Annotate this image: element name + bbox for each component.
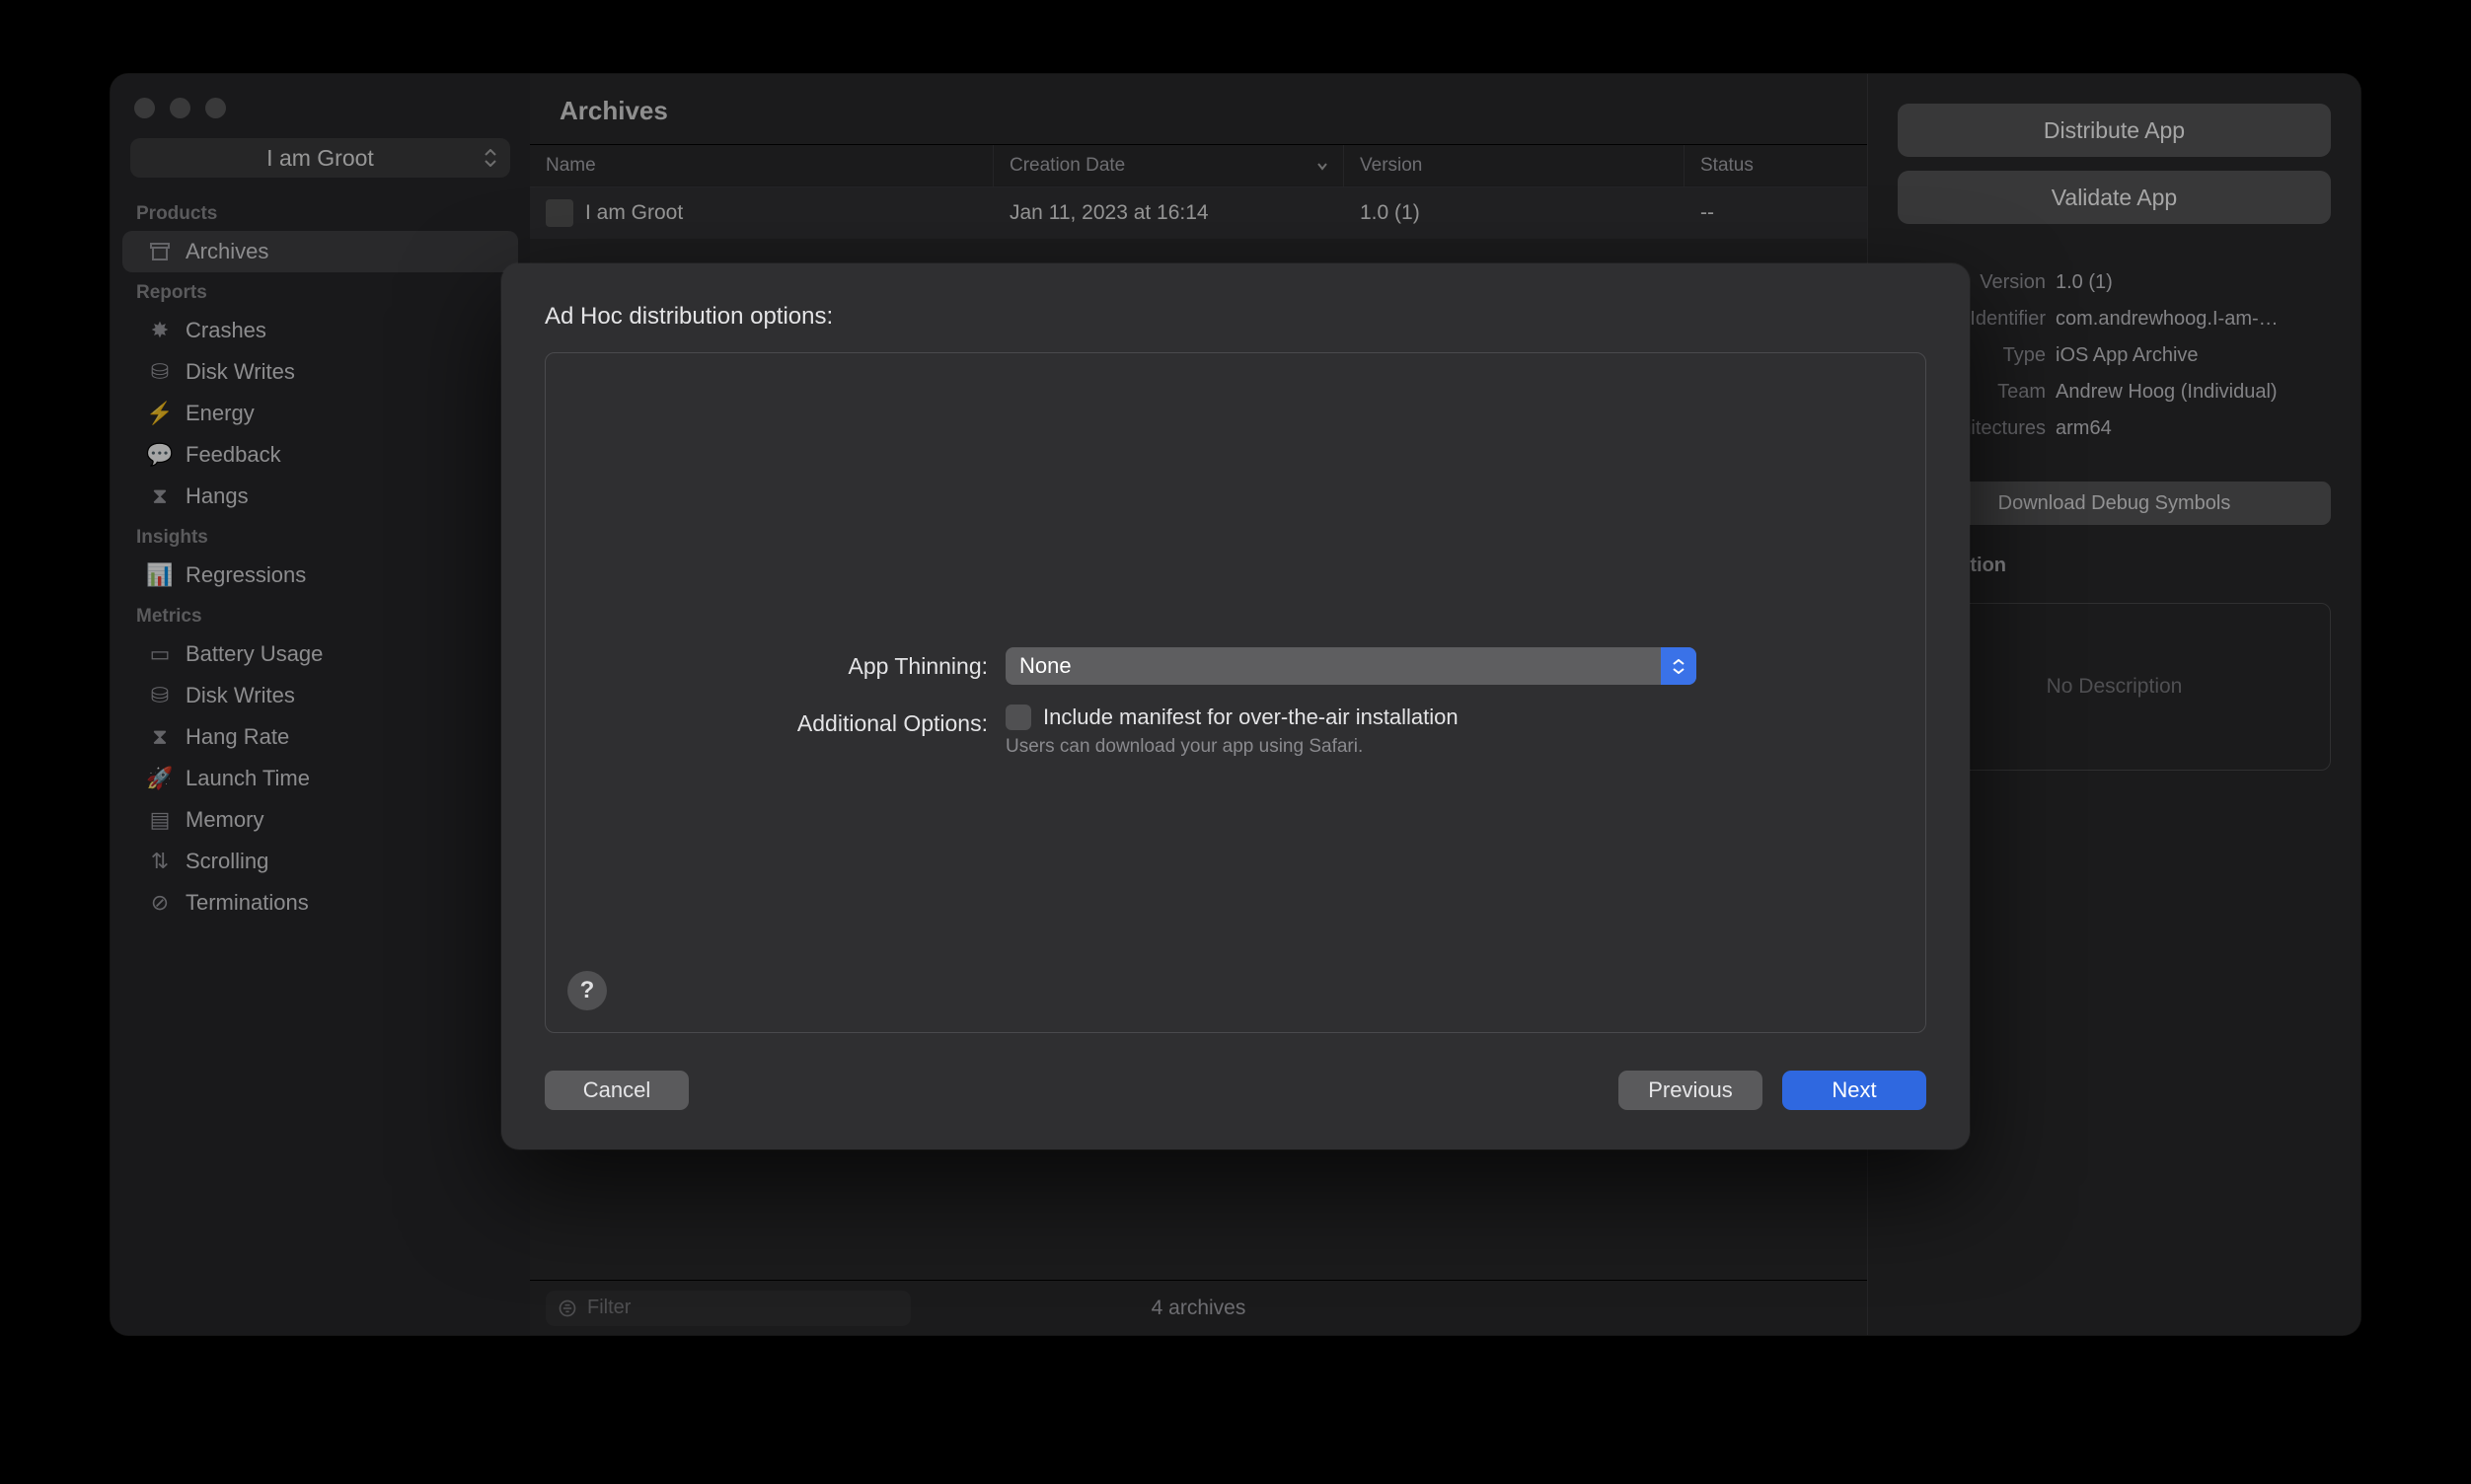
app-thinning-value: None <box>1019 653 1072 679</box>
cancel-button[interactable]: Cancel <box>545 1071 689 1110</box>
manifest-hint: Users can download your app using Safari… <box>1006 736 1870 758</box>
app-thinning-select[interactable]: None <box>1006 647 1696 685</box>
help-button[interactable]: ? <box>567 971 607 1010</box>
dialog-footer: Cancel Previous Next <box>545 1071 1926 1110</box>
dialog-body: App Thinning: None Additional Options: <box>545 352 1926 1033</box>
additional-options-label: Additional Options: <box>601 705 1006 737</box>
app-thinning-label: App Thinning: <box>601 647 1006 680</box>
adhoc-options-dialog: Ad Hoc distribution options: App Thinnin… <box>501 263 1970 1150</box>
previous-button[interactable]: Previous <box>1618 1071 1762 1110</box>
organizer-window: I am Groot Products Archives Reports ✸Cr… <box>111 74 2360 1335</box>
manifest-label: Include manifest for over-the-air instal… <box>1043 705 1459 730</box>
chevron-updown-icon <box>1661 647 1696 685</box>
next-button[interactable]: Next <box>1782 1071 1926 1110</box>
dialog-title: Ad Hoc distribution options: <box>545 303 1926 331</box>
manifest-checkbox[interactable] <box>1006 705 1031 730</box>
